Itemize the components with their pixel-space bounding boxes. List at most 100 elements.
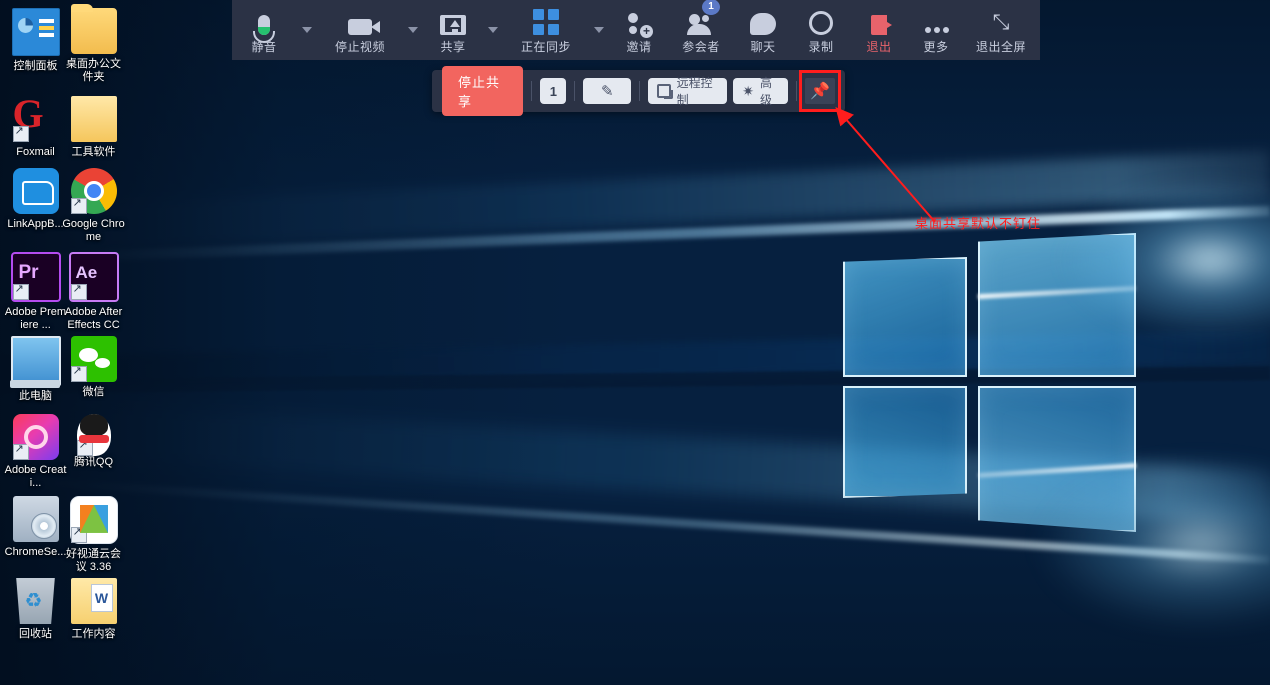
desktop-icon-control-panel-icon — [11, 8, 60, 56]
desktop-icon-fsmeeting-icon — [69, 496, 118, 544]
desktop-icon-office-folder-icon — [70, 4, 117, 54]
microphone-icon — [253, 5, 275, 43]
toolbar-mute-chevron-down-icon[interactable] — [296, 0, 318, 60]
shortcut-overlay-icon — [12, 124, 29, 142]
annotate-button[interactable]: ✎ — [583, 78, 632, 104]
desktop-icon-label: 好视通云会议 3.36 — [66, 548, 121, 573]
desktop-icon-office-folder[interactable]: 桌面办公文件夹 — [62, 4, 125, 84]
stop-share-button[interactable]: 停止共享 — [442, 66, 524, 116]
desktop-icon-adobe-premiere-icon — [10, 252, 61, 302]
shortcut-overlay-icon — [70, 525, 87, 543]
desktop-icon-chrome-setup[interactable]: ChromeSe... — [4, 496, 67, 559]
desktop-icon-adobe-creative-cloud-icon — [12, 414, 59, 460]
shortcut-overlay-icon — [76, 438, 93, 456]
desktop-icon-after-effects[interactable]: Adobe After Effects CC ... — [62, 252, 125, 345]
shortcut-overlay-icon — [70, 282, 87, 300]
desktop-icon-label: Adobe Premiere ... — [4, 306, 67, 331]
toolbar-stop-video-chevron-down-icon[interactable] — [402, 0, 424, 60]
desktop-icon-label: 桌面办公文件夹 — [66, 58, 121, 83]
desktop-icon-adobe-premiere[interactable]: Adobe Premiere ... — [4, 252, 67, 332]
desktop-icon-this-pc-icon — [9, 336, 61, 388]
toolbar-share-chevron-down-icon[interactable] — [482, 0, 504, 60]
desktop-icon-recycle-bin-icon — [16, 578, 55, 624]
add-person-icon — [626, 5, 653, 38]
toolbar-syncing-label: 正在同步 — [520, 40, 571, 54]
desktop-icon-tools-folder-icon — [70, 96, 117, 142]
divider — [531, 81, 533, 101]
toolbar-syncing-chevron-down-icon[interactable] — [588, 0, 610, 60]
toolbar-stop-video-label: 停止视频 — [334, 40, 385, 54]
toolbar-syncing[interactable]: 正在同步 — [504, 0, 588, 60]
desktop-icon-label: LinkAppB... — [7, 218, 64, 230]
desktop-icon-wechat-icon — [70, 336, 117, 382]
desktop-icon-label: ChromeSe... — [4, 546, 67, 558]
desktop-icon-label: 此电脑 — [19, 390, 52, 402]
participants-icon: 1 — [686, 0, 720, 35]
share-control-bar: 停止共享 1 ✎ 远程控制 ✷ 高级 📌 — [432, 66, 845, 116]
desktop-icon-control-panel[interactable]: 控制面板 — [4, 8, 67, 73]
desktop-icon-chrome-setup-icon — [12, 496, 59, 542]
desktop-icon-wechat[interactable]: 微信 — [62, 336, 125, 399]
pin-highlight-box — [799, 70, 842, 112]
desktop-icon-recycle-bin[interactable]: 回收站 — [4, 578, 67, 641]
shortcut-overlay-icon — [12, 442, 29, 460]
toolbar-chat-label: 聊天 — [750, 40, 776, 54]
desktop-icon-label: 工作内容 — [71, 628, 116, 640]
desktop-icon-linkapp[interactable]: LinkAppB... — [4, 168, 67, 231]
toolbar-chat[interactable]: 聊天 — [734, 0, 792, 60]
record-circle-icon — [809, 5, 833, 35]
shortcut-overlay-icon — [70, 196, 87, 214]
desktop-icon-fsmeeting[interactable]: 好视通云会议 3.36 — [62, 496, 125, 574]
desktop-icon-foxmail-icon — [12, 90, 59, 142]
share-screen-icon — [440, 5, 466, 35]
desktop-icon-tools-folder[interactable]: 工具软件 — [62, 96, 125, 159]
gear-icon: ✷ — [742, 82, 755, 99]
desktop-icon-google-chrome[interactable]: Google Chrome — [62, 168, 125, 244]
camera-icon — [348, 5, 380, 35]
pin-button-wrapper: 📌 — [799, 70, 842, 112]
desktop-icon-label: 回收站 — [19, 628, 52, 640]
toolbar-invite[interactable]: 邀请 — [610, 0, 668, 60]
shortcut-overlay-icon — [70, 364, 87, 382]
sync-grid-icon — [533, 5, 559, 35]
desktop-icon-label: Foxmail — [16, 146, 55, 158]
toolbar-stop-video[interactable]: 停止视频 — [318, 0, 402, 60]
desktop-icon-this-pc[interactable]: 此电脑 — [4, 336, 67, 403]
toolbar-more[interactable]: 更多 — [908, 0, 964, 60]
advanced-label: 高级 — [760, 76, 773, 107]
desktop-icon-tencent-qq-icon — [76, 414, 111, 456]
share-page-number[interactable]: 1 — [540, 78, 567, 104]
desktop-icon-after-effects-icon — [68, 252, 119, 302]
toolbar-participants[interactable]: 1 参会者 — [668, 0, 734, 60]
desktop-icon-tencent-qq[interactable]: 腾讯QQ — [62, 414, 125, 469]
advanced-button[interactable]: ✷ 高级 — [733, 76, 789, 107]
shortcut-overlay-icon — [12, 282, 29, 300]
toolbar-exit-fullscreen[interactable]: ⤡ 退出全屏 — [964, 0, 1038, 60]
desktop-icon-label: Adobe Creati... — [4, 464, 67, 489]
toolbar-invite-label: 邀请 — [626, 40, 652, 54]
toolbar-record[interactable]: 录制 — [792, 0, 850, 60]
divider — [574, 81, 576, 101]
pencil-icon: ✎ — [600, 83, 614, 100]
toolbar-leave[interactable]: 退出 — [850, 0, 908, 60]
divider — [639, 81, 641, 101]
desktop-icon-work-content[interactable]: 工作内容 — [62, 578, 125, 641]
remote-control-button[interactable]: 远程控制 — [648, 76, 728, 107]
exit-door-icon — [871, 5, 892, 35]
desktop-icon-google-chrome-icon — [70, 168, 117, 214]
toolbar-leave-label: 退出 — [866, 40, 892, 54]
desktop-icon-work-content-icon — [70, 578, 117, 624]
toolbar-mute[interactable]: 静音 — [232, 0, 296, 60]
desktop-icon-foxmail[interactable]: Foxmail — [4, 90, 67, 159]
toolbar-share-label: 共享 — [440, 40, 466, 54]
toolbar-more-label: 更多 — [923, 40, 949, 54]
chat-bubble-icon — [750, 5, 776, 35]
desktop-icon-linkapp-icon — [12, 168, 59, 214]
desktop-icon-label: 腾讯QQ — [73, 456, 114, 468]
toolbar-exit-fullscreen-label: 退出全屏 — [975, 40, 1026, 54]
exit-fullscreen-icon: ⤡ — [992, 11, 1010, 34]
desktop-icon-grid: 控制面板桌面办公文件夹 Foxmail 工具软件 LinkAppB...Google … — [0, 0, 130, 640]
toolbar-share[interactable]: 共享 — [424, 0, 482, 60]
desktop-icon-adobe-creative-cloud[interactable]: Adobe Creati... — [4, 414, 67, 490]
desktop-icon-label: 控制面板 — [13, 60, 58, 72]
